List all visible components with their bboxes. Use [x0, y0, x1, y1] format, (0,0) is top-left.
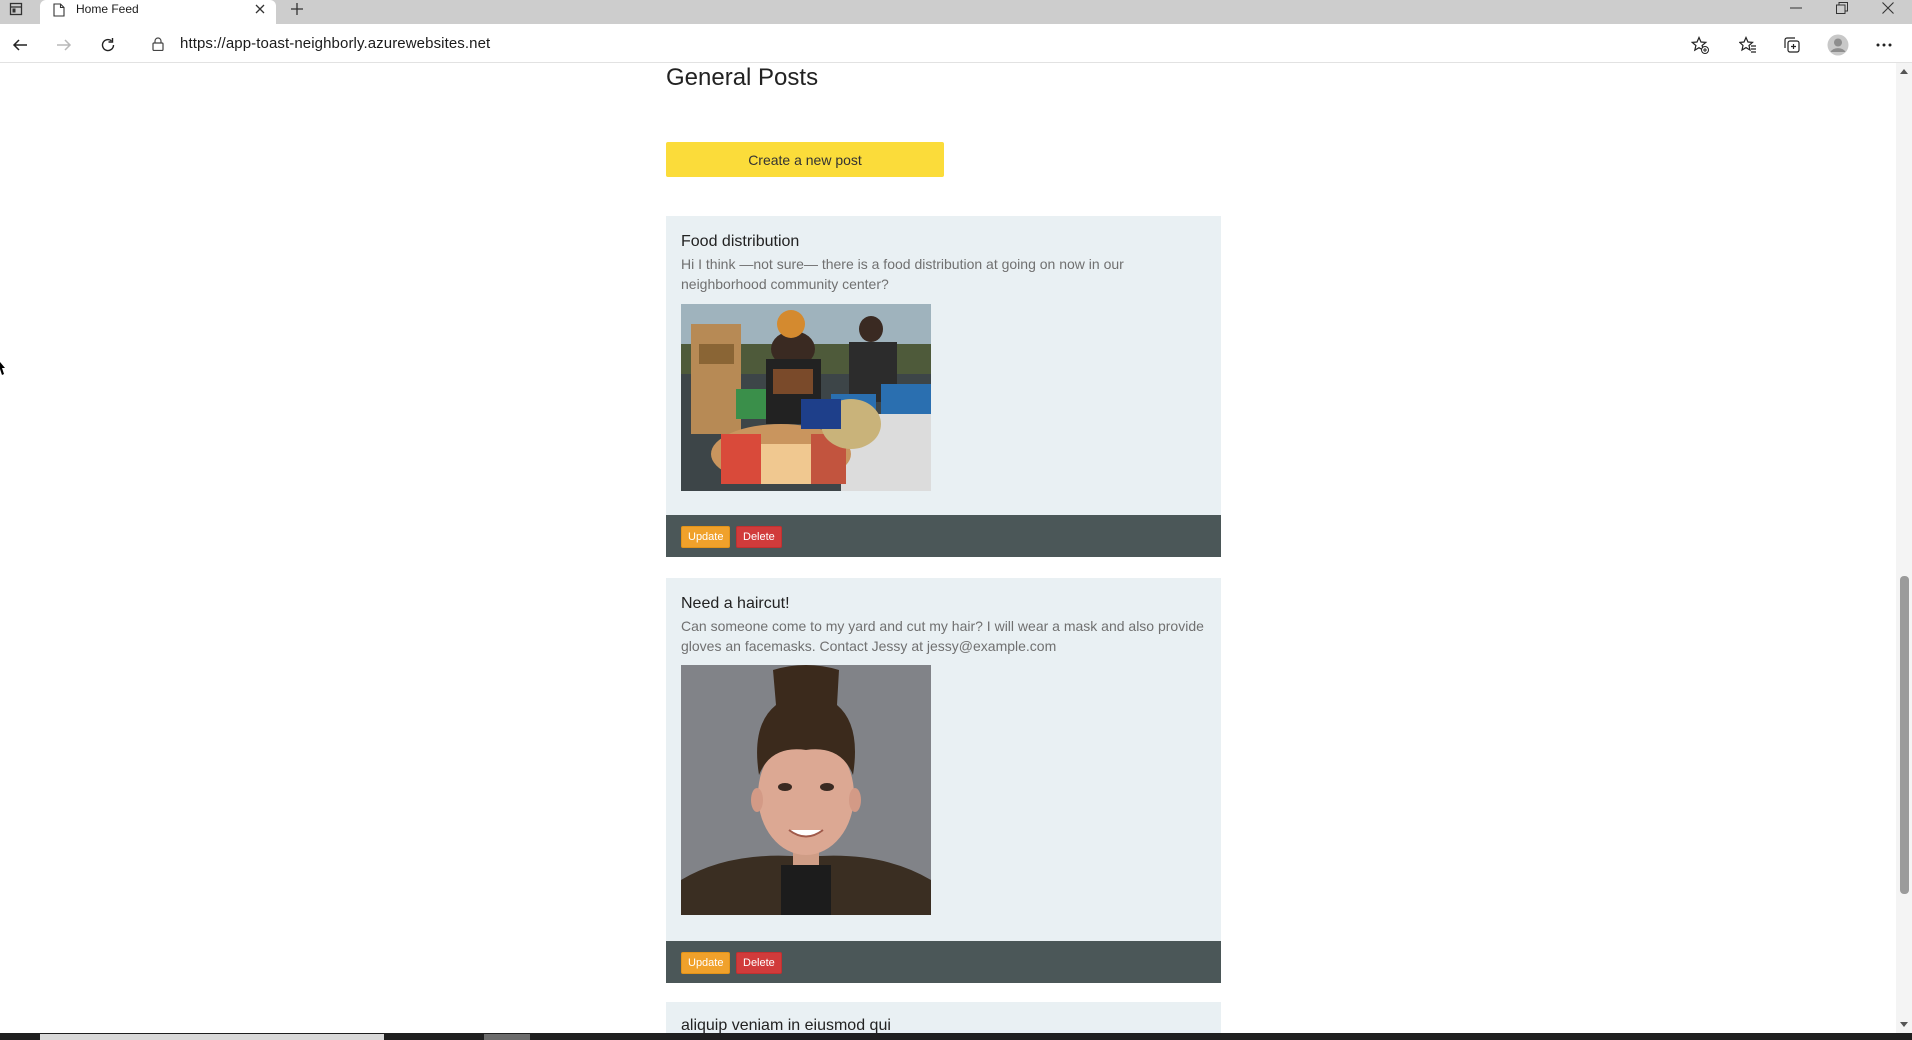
lock-icon[interactable]	[150, 36, 166, 52]
post-footer: Update Delete	[666, 515, 1221, 557]
plus-icon[interactable]	[286, 0, 308, 18]
page-viewport: General Posts Create a new post Food dis…	[0, 63, 1896, 1033]
scroll-up-icon[interactable]	[1896, 63, 1912, 79]
post-title: Food distribution	[681, 233, 800, 250]
post-title: Need a haircut!	[681, 595, 790, 612]
address-bar[interactable]: https://app-toast-neighborly.azurewebsit…	[136, 29, 1724, 59]
post-footer: Update Delete	[666, 941, 1221, 983]
url-text[interactable]: https://app-toast-neighborly.azurewebsit…	[180, 35, 490, 53]
taskbar	[0, 1033, 1912, 1040]
post-title: aliquip veniam in eiusmod qui	[681, 1017, 891, 1033]
collections-icon[interactable]	[1778, 31, 1806, 59]
post-description: Can someone come to my yard and cut my h…	[681, 618, 1204, 654]
portrait-photo	[681, 665, 931, 915]
post-card: Need a haircut! Can someone come to my y…	[666, 578, 1221, 983]
restore-icon[interactable]	[1820, 0, 1864, 16]
update-button[interactable]: Update	[681, 526, 731, 548]
post-card: aliquip veniam in eiusmod qui	[666, 1002, 1221, 1033]
taskbar-item[interactable]	[40, 1034, 384, 1040]
tab-actions-icon[interactable]	[4, 0, 28, 18]
add-favorite-icon[interactable]	[1686, 31, 1714, 59]
post-card: Food distribution Hi I think —not sure— …	[666, 216, 1221, 557]
window-close-icon[interactable]	[1866, 0, 1910, 16]
refresh-icon[interactable]	[94, 31, 122, 59]
minimize-icon[interactable]	[1774, 0, 1818, 16]
page-scrollbar[interactable]	[1896, 63, 1912, 1033]
scrollbar-thumb[interactable]	[1900, 576, 1909, 894]
post-description: Hi I think —not sure— there is a food di…	[681, 256, 1124, 292]
page-title: General Posts	[666, 64, 819, 91]
browser-tab[interactable]: Home Feed	[40, 0, 276, 24]
cursor-icon	[0, 362, 6, 376]
page-icon	[51, 2, 67, 18]
favorites-icon[interactable]	[1734, 31, 1762, 59]
delete-button[interactable]: Delete	[736, 526, 782, 548]
taskbar-item[interactable]	[484, 1034, 530, 1040]
browser-toolbar: https://app-toast-neighborly.azurewebsit…	[0, 24, 1912, 63]
forward-arrow-icon[interactable]	[50, 31, 78, 59]
update-button[interactable]: Update	[681, 952, 731, 974]
tab-title: Home Feed	[76, 2, 139, 16]
close-icon[interactable]	[252, 1, 268, 17]
delete-button[interactable]: Delete	[736, 952, 782, 974]
profile-icon[interactable]	[1824, 31, 1852, 59]
scroll-down-icon[interactable]	[1896, 1017, 1912, 1033]
tab-strip: Home Feed	[0, 0, 1912, 24]
create-post-button[interactable]: Create a new post	[666, 142, 944, 177]
more-icon[interactable]	[1870, 31, 1898, 59]
back-arrow-icon[interactable]	[6, 31, 34, 59]
food-distribution-photo	[681, 304, 931, 491]
